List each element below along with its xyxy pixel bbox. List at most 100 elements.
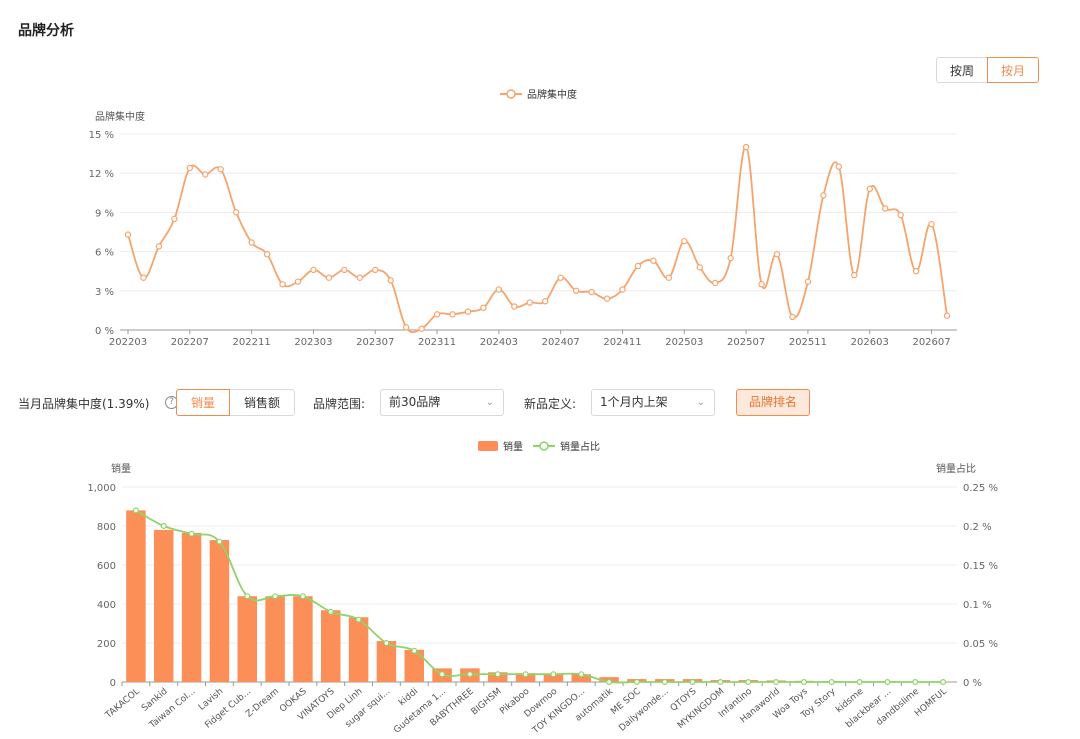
data-point <box>263 251 271 258</box>
brand-range-select[interactable]: 前30品牌 ⌄ <box>380 389 504 416</box>
brand-range-label: 品牌范围: <box>313 397 366 411</box>
data-point <box>542 298 549 305</box>
y-tick-label: 15 % <box>89 130 114 141</box>
data-point <box>712 279 719 287</box>
data-point <box>464 308 472 315</box>
x-tick-label: 202207 <box>171 337 209 348</box>
data-point <box>689 679 696 686</box>
y-tick-label: 6 % <box>95 248 114 259</box>
y-tick-label-right: 0.25 % <box>963 483 998 494</box>
data-point <box>439 671 446 678</box>
data-point <box>244 593 251 600</box>
data-point <box>742 143 750 151</box>
data-point <box>835 163 843 170</box>
data-point <box>171 215 178 223</box>
data-point <box>897 211 904 219</box>
bar <box>209 540 230 682</box>
data-point <box>884 679 891 686</box>
data-point <box>402 324 410 331</box>
data-point <box>248 239 255 246</box>
x-tick-label: 202511 <box>789 337 827 348</box>
tab-sales-volume[interactable]: 销量 <box>176 389 231 416</box>
tab-sales-amount[interactable]: 销售额 <box>229 389 296 416</box>
data-point <box>383 640 390 647</box>
data-point <box>619 286 626 293</box>
y-tick-label: 1,000 <box>87 483 116 494</box>
data-point <box>856 679 863 686</box>
new-def-label: 新品定义: <box>524 397 577 411</box>
data-point <box>299 593 306 600</box>
data-point <box>557 274 564 281</box>
x-tick-label: 202407 <box>542 337 580 348</box>
data-point <box>411 647 418 654</box>
data-point <box>217 166 224 173</box>
data-point <box>940 679 947 686</box>
data-point <box>272 593 279 600</box>
data-point <box>526 299 533 306</box>
data-point <box>155 243 163 250</box>
y-tick-label: 0 % <box>95 326 114 337</box>
legend-circle-marker <box>539 441 549 451</box>
legend-label: 销量占比 <box>560 440 600 453</box>
y-tick-label: 400 <box>97 600 116 611</box>
metric-tabs: 销量 销售额 <box>176 389 296 416</box>
data-point <box>449 311 456 318</box>
data-point <box>372 266 379 274</box>
legend-circle-marker <box>506 89 516 99</box>
x-tick-label: 202507 <box>727 337 765 348</box>
data-point <box>828 679 835 686</box>
y-tick-label-right: 0.2 % <box>963 522 992 533</box>
data-point <box>881 205 889 212</box>
data-point <box>696 264 703 271</box>
legend-label: 品牌集中度 <box>527 88 577 101</box>
concentration-summary: 当月品牌集中度(1.39%) <box>18 397 150 411</box>
data-point <box>912 267 920 275</box>
data-point <box>717 679 724 686</box>
new-def-select[interactable]: 1个月内上架 ⌄ <box>591 389 715 416</box>
data-point <box>480 304 487 311</box>
data-point <box>433 311 441 318</box>
data-point <box>572 287 580 294</box>
legend-label: 销量 <box>503 440 523 453</box>
data-point <box>665 274 673 281</box>
by-month-button[interactable]: 按月 <box>987 57 1040 83</box>
bar <box>181 532 202 682</box>
x-tick-label: TAKACOL <box>103 687 142 722</box>
data-point <box>661 679 668 686</box>
x-tick-label: 202203 <box>109 337 147 348</box>
x-tick-label: 202303 <box>294 337 332 348</box>
data-point <box>325 274 333 281</box>
brand-sales-bar-chart: 销量 销量占比销量 销量占比0 0 %200 0.05 %400 0.1 %600 0.15… <box>87 440 998 737</box>
data-point <box>387 277 394 284</box>
x-tick-label: 202411 <box>603 337 641 348</box>
brand-rank-button[interactable]: 品牌排名 <box>736 389 811 416</box>
data-point <box>216 538 223 545</box>
data-point <box>279 281 286 288</box>
data-point <box>681 237 688 245</box>
data-point <box>132 507 139 514</box>
bar <box>348 617 369 682</box>
data-point <box>912 679 919 686</box>
y-tick-label-right: 0.1 % <box>963 600 992 611</box>
x-tick-label: 202211 <box>233 337 271 348</box>
data-point <box>522 671 529 678</box>
data-point <box>294 278 302 285</box>
data-point <box>418 325 425 332</box>
x-tick-label: Dailywonde... <box>617 687 670 734</box>
data-point <box>588 288 595 296</box>
data-point <box>140 274 147 281</box>
data-point <box>578 671 585 678</box>
x-tick-label: 202607 <box>912 337 950 348</box>
data-point <box>851 271 858 279</box>
x-tick-label: BIGHSM <box>470 687 504 718</box>
y-tick-label: 200 <box>97 639 116 650</box>
data-point <box>745 679 752 686</box>
x-tick-label: 202311 <box>418 337 456 348</box>
chevron-down-icon: ⌄ <box>485 397 494 408</box>
bar <box>265 596 285 682</box>
y-tick-label: 12 % <box>89 169 114 180</box>
data-point <box>202 171 209 178</box>
data-point <box>634 262 642 270</box>
data-point <box>800 679 807 686</box>
y-tick-label-right: 0.05 % <box>963 639 998 650</box>
